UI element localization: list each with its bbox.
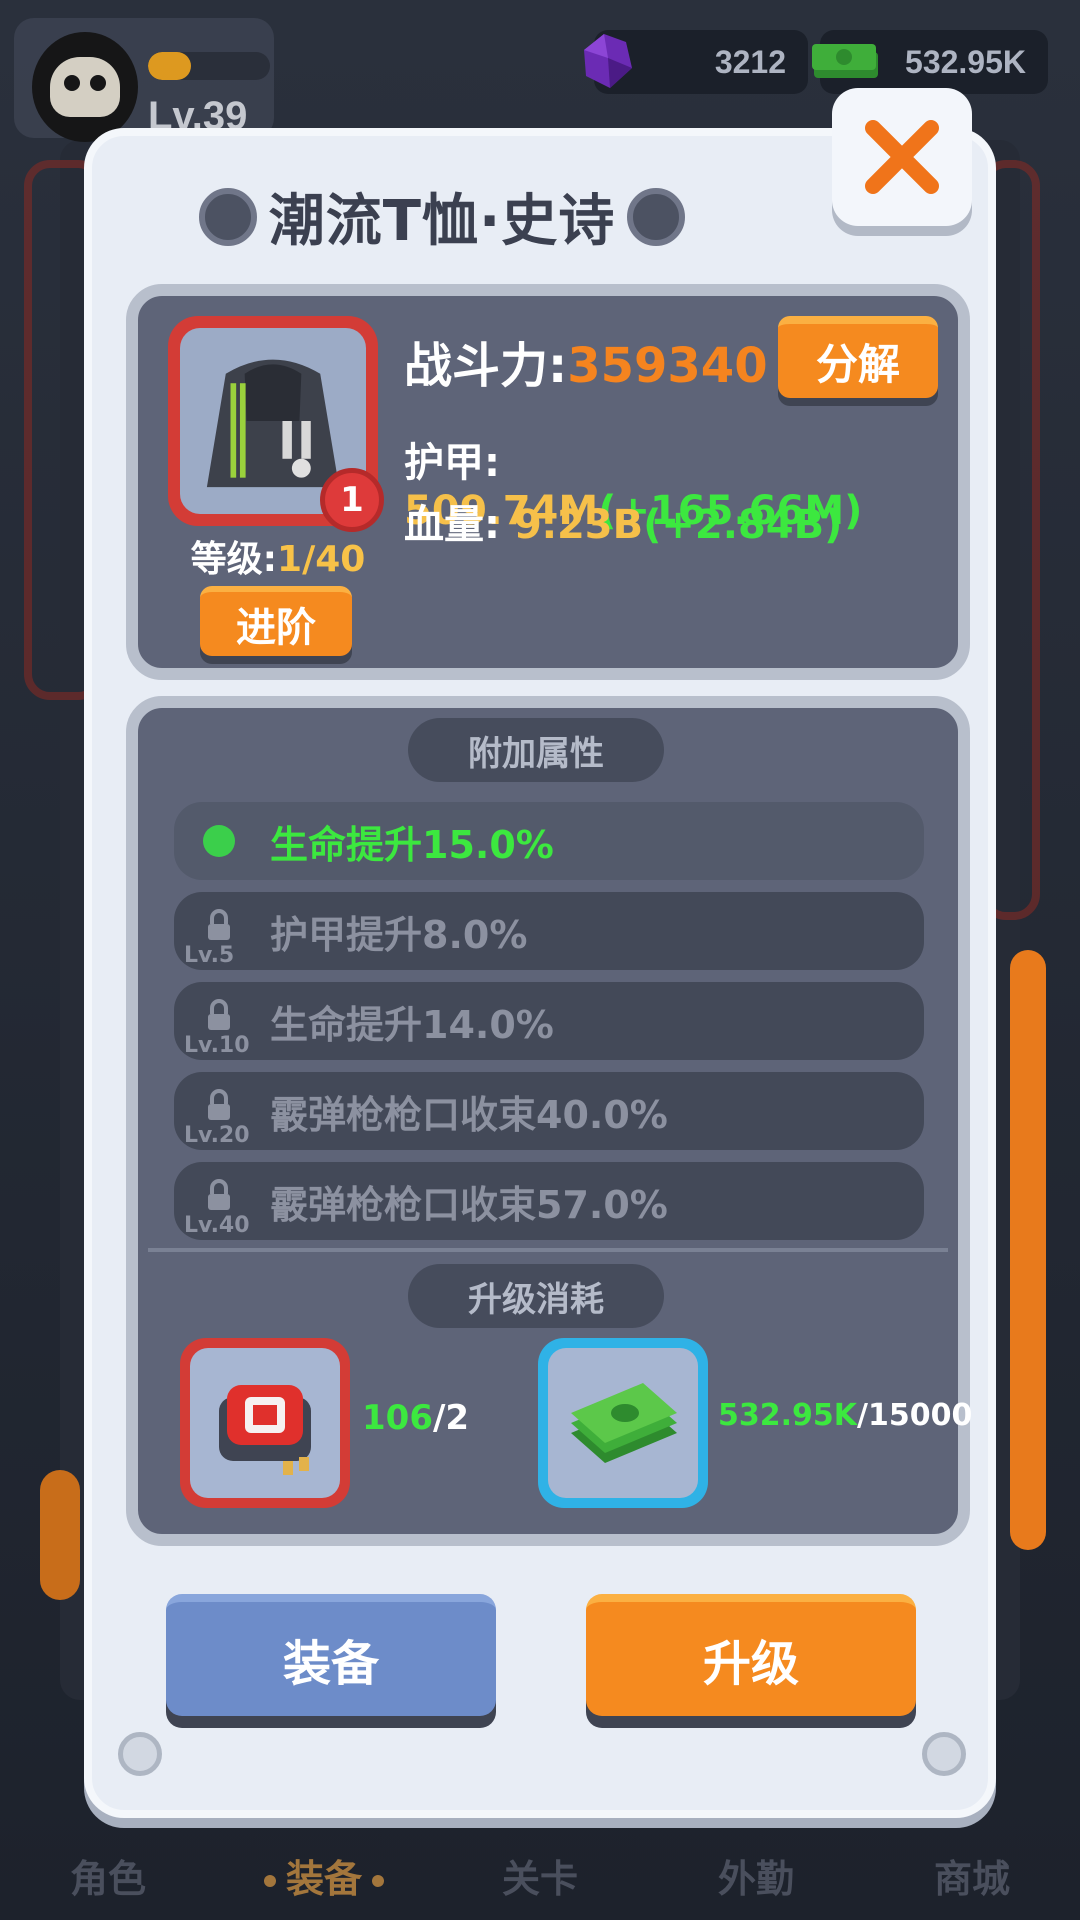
nav-item-stages[interactable]: 关卡 <box>440 1848 640 1903</box>
close-icon <box>865 120 939 194</box>
active-dot-icon <box>203 825 235 857</box>
unlock-level: Lv.5 <box>184 943 235 968</box>
dialog-header: 潮流T恤·史诗 <box>92 176 792 257</box>
attribute-text: 霰弹枪枪口收束40.0% <box>270 1092 668 1137</box>
nav-item-shop[interactable]: 商城 <box>872 1848 1072 1903</box>
gem-icon <box>584 34 632 88</box>
active-dot-icon <box>263 1875 276 1887</box>
bottom-nav: 角色 装备 关卡 外勤 商城 <box>0 1830 1080 1920</box>
power-label: 战斗力: <box>404 338 568 394</box>
chip-have: 106 <box>362 1398 433 1438</box>
chip-need: /2 <box>432 1398 470 1438</box>
dialog-title: 潮流T恤·史诗 <box>268 189 616 254</box>
attribute-status: Lv.5 <box>174 892 264 970</box>
player-profile[interactable]: Lv.39 <box>14 18 274 142</box>
grade-value: 1/40 <box>277 539 366 580</box>
chip-cost-slot[interactable] <box>180 1338 350 1508</box>
xp-bar-fill <box>148 52 191 80</box>
item-detail-dialog: 潮流T恤·史诗 1 等级:1/40 进阶 战斗力:359340 分解 护甲: 5… <box>84 128 996 1818</box>
cash-counter[interactable]: 532.95K <box>812 30 1048 94</box>
power-value: 359340 <box>567 338 768 394</box>
gem-counter[interactable]: 3212 <box>584 30 808 94</box>
item-count-badge: 1 <box>320 468 384 532</box>
lock-icon <box>208 909 230 940</box>
lock-icon <box>208 1089 230 1120</box>
xp-bar <box>148 52 270 80</box>
chip-cost: 106/2 <box>362 1398 469 1438</box>
hp-label: 血量: <box>404 502 500 548</box>
attributes-title: 附加属性 <box>408 718 664 782</box>
background-rail <box>1010 950 1046 1550</box>
attribute-panel: 附加属性 生命提升15.0% Lv.5 护甲提升8.0% Lv.10 生命提升1… <box>126 696 972 1546</box>
title-disc-icon <box>198 187 257 246</box>
combat-power: 战斗力:359340 <box>404 326 768 396</box>
lock-icon <box>208 999 230 1030</box>
cash-stack-icon <box>548 1348 698 1498</box>
item-slot[interactable]: 1 <box>168 316 384 532</box>
nav-item-label: 装备 <box>285 1856 362 1901</box>
avatar <box>32 32 138 142</box>
chip-icon <box>190 1348 340 1498</box>
cash-count: 532.95K <box>905 43 1026 80</box>
section-divider <box>148 1248 948 1252</box>
decompose-button[interactable]: 分解 <box>778 316 938 398</box>
attribute-row: 生命提升15.0% <box>174 802 924 880</box>
grade-label: 等级: <box>190 539 278 580</box>
attribute-status <box>174 802 264 880</box>
attribute-text: 生命提升14.0% <box>270 1002 554 1047</box>
nav-item-character[interactable]: 角色 <box>8 1848 208 1903</box>
bolt-icon <box>118 1732 162 1776</box>
attribute-text: 生命提升15.0% <box>270 822 554 867</box>
attribute-row: Lv.20 霰弹枪枪口收束40.0% <box>174 1072 924 1150</box>
attribute-status: Lv.40 <box>174 1162 264 1240</box>
title-disc-icon <box>627 187 686 246</box>
nav-item-equipment[interactable]: 装备 <box>224 1848 424 1903</box>
hp-stat: 血量: 9.23B(+2.84B) <box>404 492 842 550</box>
attribute-row: Lv.10 生命提升14.0% <box>174 982 924 1060</box>
unlock-level: Lv.10 <box>184 1033 250 1058</box>
upgrade-button[interactable]: 升级 <box>586 1594 916 1716</box>
cash-need: /15000 <box>857 1398 973 1433</box>
attribute-row: Lv.40 霰弹枪枪口收束57.0% <box>174 1162 924 1240</box>
attribute-row: Lv.5 护甲提升8.0% <box>174 892 924 970</box>
attribute-status: Lv.20 <box>174 1072 264 1150</box>
cash-cost-slot[interactable] <box>538 1338 708 1508</box>
gem-count: 3212 <box>714 43 786 80</box>
item-info-panel: 1 等级:1/40 进阶 战斗力:359340 分解 护甲: 509.74M(+… <box>126 284 970 680</box>
equip-button[interactable]: 装备 <box>166 1594 496 1716</box>
hp-bonus: (+2.84B) <box>643 502 843 548</box>
unlock-level: Lv.40 <box>184 1213 250 1238</box>
attribute-text: 护甲提升8.0% <box>270 912 528 957</box>
lock-icon <box>208 1179 230 1210</box>
cash-have: 532.95K <box>718 1398 858 1433</box>
cash-icon <box>812 44 878 78</box>
background-rail <box>40 1470 80 1600</box>
upgrade-cost-title: 升级消耗 <box>408 1264 664 1328</box>
active-dot-icon <box>372 1875 384 1887</box>
unlock-level: Lv.20 <box>184 1123 250 1148</box>
cash-cost: 532.95K/15000 <box>718 1398 972 1433</box>
attribute-text: 霰弹枪枪口收束57.0% <box>270 1182 668 1227</box>
attribute-status: Lv.10 <box>174 982 264 1060</box>
hp-value: 9.23B <box>513 502 644 548</box>
armor-label: 护甲: <box>404 440 500 486</box>
nav-item-field[interactable]: 外勤 <box>656 1848 856 1903</box>
advance-button[interactable]: 进阶 <box>200 586 352 656</box>
bolt-icon <box>922 1732 966 1776</box>
item-grade: 等级:1/40 <box>178 530 378 582</box>
close-button[interactable] <box>832 88 972 226</box>
